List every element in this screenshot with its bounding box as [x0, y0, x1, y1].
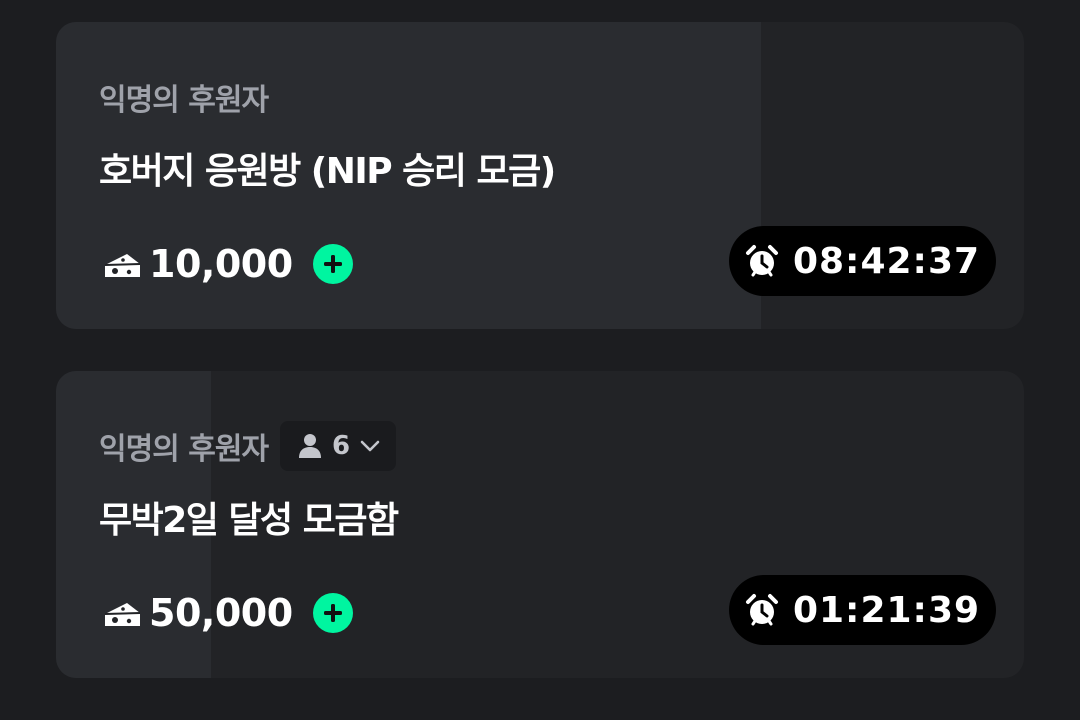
sponsor-row: 익명의 후원자: [99, 72, 269, 122]
participant-count: 6: [332, 431, 351, 461]
sponsor-name: 익명의 후원자: [99, 83, 269, 118]
donation-title: 무박2일 달성 모금함: [99, 500, 399, 541]
add-donation-button[interactable]: [312, 244, 353, 284]
donation-amount: 10,000: [149, 242, 293, 286]
donation-card[interactable]: 익명의 후원자 6 무박2일 달성 모금함 50,000 01:21:39: [56, 371, 1024, 678]
cheese-icon: [103, 247, 143, 281]
timer-value: 01:21:39: [792, 589, 981, 631]
card-content: 익명의 후원자 호버지 응원방 (NIP 승리 모금) 10,000 08:42…: [99, 22, 996, 329]
countdown-timer: 01:21:39: [729, 575, 996, 645]
donation-title: 호버지 응원방 (NIP 승리 모금): [99, 151, 556, 192]
countdown-timer: 08:42:37: [729, 226, 996, 296]
card-content: 익명의 후원자 6 무박2일 달성 모금함 50,000 01:21:39: [99, 371, 996, 678]
person-icon: [298, 433, 322, 459]
timer-value: 08:42:37: [792, 240, 981, 282]
cheese-icon: [103, 596, 143, 630]
plus-icon: [323, 255, 342, 273]
donation-amount: 50,000: [149, 591, 293, 635]
donation-list: 익명의 후원자 호버지 응원방 (NIP 승리 모금) 10,000 08:42…: [56, 22, 1024, 720]
amount-row: 10,000: [103, 236, 353, 292]
donation-card[interactable]: 익명의 후원자 호버지 응원방 (NIP 승리 모금) 10,000 08:42…: [56, 22, 1024, 329]
sponsor-name: 익명의 후원자: [99, 432, 269, 467]
chevron-down-icon: [360, 439, 380, 453]
alarm-clock-icon: [745, 244, 793, 278]
participants-dropdown[interactable]: 6: [280, 421, 397, 471]
alarm-clock-icon: [745, 593, 793, 627]
add-donation-button[interactable]: [312, 593, 353, 633]
amount-row: 50,000: [103, 585, 353, 641]
sponsor-row: 익명의 후원자 6: [99, 421, 397, 471]
plus-icon: [323, 604, 342, 622]
